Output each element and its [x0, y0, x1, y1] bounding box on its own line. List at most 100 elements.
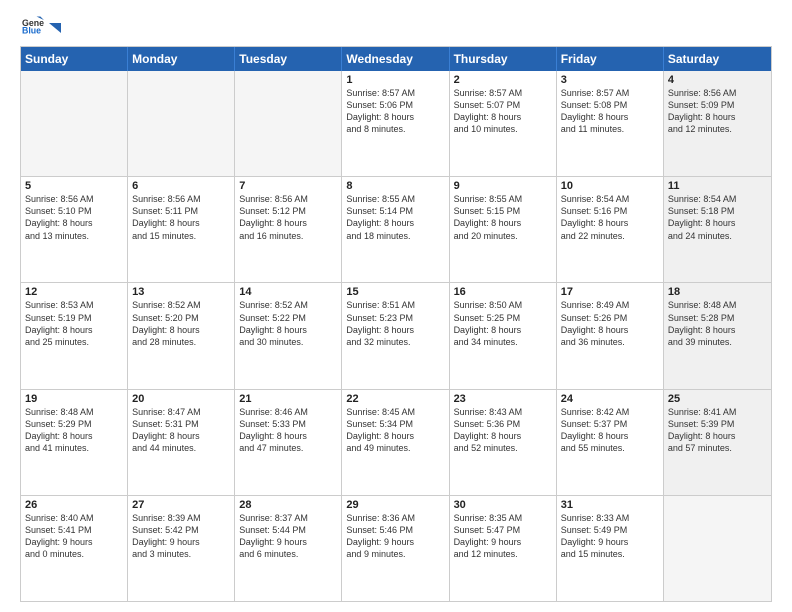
day-info: Sunrise: 8:41 AM Sunset: 5:39 PM Dayligh…	[668, 406, 767, 455]
day-info: Sunrise: 8:45 AM Sunset: 5:34 PM Dayligh…	[346, 406, 444, 455]
day-number: 21	[239, 393, 337, 405]
day-number: 17	[561, 286, 659, 298]
calendar-cell: 1Sunrise: 8:57 AM Sunset: 5:06 PM Daylig…	[342, 71, 449, 176]
calendar-cell: 9Sunrise: 8:55 AM Sunset: 5:15 PM Daylig…	[450, 177, 557, 282]
day-info: Sunrise: 8:33 AM Sunset: 5:49 PM Dayligh…	[561, 512, 659, 561]
calendar-cell: 13Sunrise: 8:52 AM Sunset: 5:20 PM Dayli…	[128, 283, 235, 388]
calendar-week-4: 26Sunrise: 8:40 AM Sunset: 5:41 PM Dayli…	[21, 495, 771, 601]
day-info: Sunrise: 8:56 AM Sunset: 5:09 PM Dayligh…	[668, 87, 767, 136]
day-number: 27	[132, 499, 230, 511]
day-info: Sunrise: 8:54 AM Sunset: 5:18 PM Dayligh…	[668, 193, 767, 242]
svg-text:Blue: Blue	[22, 26, 41, 36]
calendar-cell: 3Sunrise: 8:57 AM Sunset: 5:08 PM Daylig…	[557, 71, 664, 176]
day-info: Sunrise: 8:55 AM Sunset: 5:14 PM Dayligh…	[346, 193, 444, 242]
day-info: Sunrise: 8:48 AM Sunset: 5:28 PM Dayligh…	[668, 299, 767, 348]
header-day-saturday: Saturday	[664, 47, 771, 71]
day-number: 9	[454, 180, 552, 192]
day-info: Sunrise: 8:40 AM Sunset: 5:41 PM Dayligh…	[25, 512, 123, 561]
calendar-week-1: 5Sunrise: 8:56 AM Sunset: 5:10 PM Daylig…	[21, 176, 771, 282]
calendar-cell: 22Sunrise: 8:45 AM Sunset: 5:34 PM Dayli…	[342, 390, 449, 495]
day-number: 15	[346, 286, 444, 298]
day-info: Sunrise: 8:50 AM Sunset: 5:25 PM Dayligh…	[454, 299, 552, 348]
calendar-cell: 10Sunrise: 8:54 AM Sunset: 5:16 PM Dayli…	[557, 177, 664, 282]
calendar-cell: 31Sunrise: 8:33 AM Sunset: 5:49 PM Dayli…	[557, 496, 664, 601]
day-info: Sunrise: 8:46 AM Sunset: 5:33 PM Dayligh…	[239, 406, 337, 455]
day-info: Sunrise: 8:56 AM Sunset: 5:12 PM Dayligh…	[239, 193, 337, 242]
day-info: Sunrise: 8:53 AM Sunset: 5:19 PM Dayligh…	[25, 299, 123, 348]
day-number: 24	[561, 393, 659, 405]
calendar-cell	[21, 71, 128, 176]
day-number: 14	[239, 286, 337, 298]
header-day-friday: Friday	[557, 47, 664, 71]
day-info: Sunrise: 8:51 AM Sunset: 5:23 PM Dayligh…	[346, 299, 444, 348]
calendar-cell: 4Sunrise: 8:56 AM Sunset: 5:09 PM Daylig…	[664, 71, 771, 176]
header-day-sunday: Sunday	[21, 47, 128, 71]
calendar-cell: 23Sunrise: 8:43 AM Sunset: 5:36 PM Dayli…	[450, 390, 557, 495]
day-info: Sunrise: 8:55 AM Sunset: 5:15 PM Dayligh…	[454, 193, 552, 242]
calendar-cell: 28Sunrise: 8:37 AM Sunset: 5:44 PM Dayli…	[235, 496, 342, 601]
day-number: 13	[132, 286, 230, 298]
calendar-cell: 29Sunrise: 8:36 AM Sunset: 5:46 PM Dayli…	[342, 496, 449, 601]
day-number: 25	[668, 393, 767, 405]
calendar-cell: 17Sunrise: 8:49 AM Sunset: 5:26 PM Dayli…	[557, 283, 664, 388]
calendar-cell: 26Sunrise: 8:40 AM Sunset: 5:41 PM Dayli…	[21, 496, 128, 601]
calendar-body: 1Sunrise: 8:57 AM Sunset: 5:06 PM Daylig…	[21, 71, 771, 601]
day-info: Sunrise: 8:52 AM Sunset: 5:22 PM Dayligh…	[239, 299, 337, 348]
calendar-cell: 14Sunrise: 8:52 AM Sunset: 5:22 PM Dayli…	[235, 283, 342, 388]
calendar-cell: 27Sunrise: 8:39 AM Sunset: 5:42 PM Dayli…	[128, 496, 235, 601]
header: General Blue	[20, 16, 772, 38]
day-info: Sunrise: 8:52 AM Sunset: 5:20 PM Dayligh…	[132, 299, 230, 348]
day-info: Sunrise: 8:48 AM Sunset: 5:29 PM Dayligh…	[25, 406, 123, 455]
day-info: Sunrise: 8:47 AM Sunset: 5:31 PM Dayligh…	[132, 406, 230, 455]
header-day-wednesday: Wednesday	[342, 47, 449, 71]
day-number: 22	[346, 393, 444, 405]
calendar-cell: 7Sunrise: 8:56 AM Sunset: 5:12 PM Daylig…	[235, 177, 342, 282]
day-info: Sunrise: 8:56 AM Sunset: 5:10 PM Dayligh…	[25, 193, 123, 242]
day-info: Sunrise: 8:56 AM Sunset: 5:11 PM Dayligh…	[132, 193, 230, 242]
calendar-cell: 12Sunrise: 8:53 AM Sunset: 5:19 PM Dayli…	[21, 283, 128, 388]
day-number: 5	[25, 180, 123, 192]
calendar: SundayMondayTuesdayWednesdayThursdayFrid…	[20, 46, 772, 602]
calendar-cell: 18Sunrise: 8:48 AM Sunset: 5:28 PM Dayli…	[664, 283, 771, 388]
day-info: Sunrise: 8:42 AM Sunset: 5:37 PM Dayligh…	[561, 406, 659, 455]
day-number: 16	[454, 286, 552, 298]
day-info: Sunrise: 8:57 AM Sunset: 5:08 PM Dayligh…	[561, 87, 659, 136]
day-number: 8	[346, 180, 444, 192]
day-number: 30	[454, 499, 552, 511]
header-day-monday: Monday	[128, 47, 235, 71]
day-info: Sunrise: 8:54 AM Sunset: 5:16 PM Dayligh…	[561, 193, 659, 242]
calendar-cell: 6Sunrise: 8:56 AM Sunset: 5:11 PM Daylig…	[128, 177, 235, 282]
day-info: Sunrise: 8:57 AM Sunset: 5:06 PM Dayligh…	[346, 87, 444, 136]
calendar-cell: 24Sunrise: 8:42 AM Sunset: 5:37 PM Dayli…	[557, 390, 664, 495]
day-number: 26	[25, 499, 123, 511]
calendar-cell: 11Sunrise: 8:54 AM Sunset: 5:18 PM Dayli…	[664, 177, 771, 282]
calendar-week-0: 1Sunrise: 8:57 AM Sunset: 5:06 PM Daylig…	[21, 71, 771, 176]
calendar-cell: 5Sunrise: 8:56 AM Sunset: 5:10 PM Daylig…	[21, 177, 128, 282]
logo-icon: General Blue	[22, 16, 44, 38]
calendar-header: SundayMondayTuesdayWednesdayThursdayFrid…	[21, 47, 771, 71]
day-info: Sunrise: 8:57 AM Sunset: 5:07 PM Dayligh…	[454, 87, 552, 136]
header-day-tuesday: Tuesday	[235, 47, 342, 71]
calendar-cell: 8Sunrise: 8:55 AM Sunset: 5:14 PM Daylig…	[342, 177, 449, 282]
calendar-cell: 30Sunrise: 8:35 AM Sunset: 5:47 PM Dayli…	[450, 496, 557, 601]
calendar-cell: 16Sunrise: 8:50 AM Sunset: 5:25 PM Dayli…	[450, 283, 557, 388]
calendar-cell: 21Sunrise: 8:46 AM Sunset: 5:33 PM Dayli…	[235, 390, 342, 495]
calendar-cell: 2Sunrise: 8:57 AM Sunset: 5:07 PM Daylig…	[450, 71, 557, 176]
day-number: 19	[25, 393, 123, 405]
day-number: 4	[668, 74, 767, 86]
day-number: 10	[561, 180, 659, 192]
day-number: 11	[668, 180, 767, 192]
day-number: 29	[346, 499, 444, 511]
calendar-cell	[664, 496, 771, 601]
calendar-cell: 19Sunrise: 8:48 AM Sunset: 5:29 PM Dayli…	[21, 390, 128, 495]
day-info: Sunrise: 8:43 AM Sunset: 5:36 PM Dayligh…	[454, 406, 552, 455]
calendar-cell	[128, 71, 235, 176]
day-number: 28	[239, 499, 337, 511]
day-number: 20	[132, 393, 230, 405]
calendar-cell	[235, 71, 342, 176]
calendar-cell: 15Sunrise: 8:51 AM Sunset: 5:23 PM Dayli…	[342, 283, 449, 388]
page: General Blue SundayMondayTuesdayWednesda…	[0, 0, 792, 612]
day-number: 2	[454, 74, 552, 86]
day-number: 3	[561, 74, 659, 86]
day-number: 23	[454, 393, 552, 405]
